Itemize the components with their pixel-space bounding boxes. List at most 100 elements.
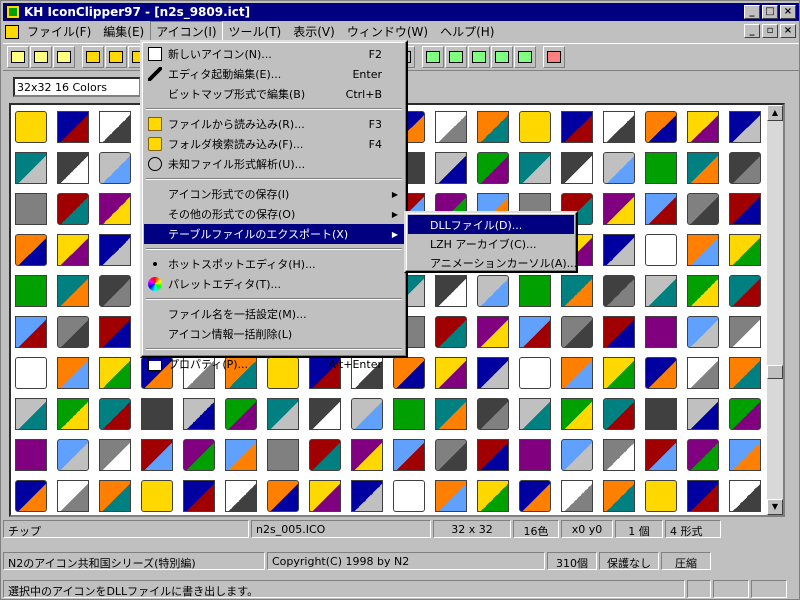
menu-edit[interactable]: 編集(E) xyxy=(97,21,150,42)
collection-icon[interactable] xyxy=(99,193,131,225)
collection-icon[interactable] xyxy=(477,152,509,184)
collection-icon[interactable] xyxy=(645,439,677,471)
toolbar-copy-button[interactable] xyxy=(105,46,127,68)
collection-icon[interactable] xyxy=(645,193,677,225)
menu-tools[interactable]: ツール(T) xyxy=(223,21,288,42)
collection-icon[interactable] xyxy=(603,152,635,184)
collection-icon[interactable] xyxy=(477,316,509,348)
collection-icon[interactable] xyxy=(519,316,551,348)
collection-icon[interactable] xyxy=(561,316,593,348)
scroll-up-icon[interactable]: ▲ xyxy=(767,105,783,121)
menu-item-load-file[interactable]: ファイルから読み込み(R)... F3 xyxy=(144,114,404,134)
collection-icon[interactable] xyxy=(267,480,299,512)
collection-icon[interactable] xyxy=(519,398,551,430)
collection-icon[interactable] xyxy=(309,398,341,430)
collection-icon[interactable] xyxy=(351,480,383,512)
collection-icon[interactable] xyxy=(309,439,341,471)
collection-icon[interactable] xyxy=(57,480,89,512)
collection-icon[interactable] xyxy=(519,152,551,184)
collection-icon[interactable] xyxy=(183,398,215,430)
collection-icon[interactable] xyxy=(99,480,131,512)
collection-icon[interactable] xyxy=(477,439,509,471)
toolbar-m-button[interactable] xyxy=(491,46,513,68)
mdi-minimize-button[interactable]: _ xyxy=(744,24,760,38)
collection-icon[interactable] xyxy=(687,398,719,430)
collection-icon[interactable] xyxy=(57,234,89,266)
menu-item-new-icon[interactable]: 新しいアイコン(N)... F2 xyxy=(144,44,404,64)
vertical-scrollbar[interactable]: ▲ ▼ xyxy=(767,105,783,515)
collection-icon[interactable] xyxy=(141,439,173,471)
collection-icon[interactable] xyxy=(729,480,761,512)
collection-icon[interactable] xyxy=(729,316,761,348)
collection-icon[interactable] xyxy=(603,193,635,225)
collection-icon[interactable] xyxy=(99,398,131,430)
collection-icon[interactable] xyxy=(603,357,635,389)
collection-icon[interactable] xyxy=(99,357,131,389)
menu-item-analyze-unknown[interactable]: 未知ファイル形式解析(U)... xyxy=(144,154,404,174)
menu-item-save-icon-format[interactable]: アイコン形式での保存(I) ▶ xyxy=(144,184,404,204)
toolbar-open-button[interactable] xyxy=(30,46,52,68)
menu-item-editor-edit[interactable]: エディタ起動編集(E)... Enter xyxy=(144,64,404,84)
collection-icon[interactable] xyxy=(57,357,89,389)
submenu-item-ani-cursor[interactable]: アニメーションカーソル(A)... xyxy=(408,253,577,272)
collection-icon[interactable] xyxy=(645,234,677,266)
collection-icon[interactable] xyxy=(99,152,131,184)
toolbar-help-button[interactable] xyxy=(543,46,565,68)
collection-icon[interactable] xyxy=(15,152,47,184)
collection-icon[interactable] xyxy=(393,480,425,512)
collection-icon[interactable] xyxy=(15,234,47,266)
collection-icon[interactable] xyxy=(57,152,89,184)
collection-icon[interactable] xyxy=(477,111,509,143)
collection-icon[interactable] xyxy=(519,480,551,512)
collection-icon[interactable] xyxy=(645,398,677,430)
collection-icon[interactable] xyxy=(561,275,593,307)
collection-icon[interactable] xyxy=(57,275,89,307)
collection-icon[interactable] xyxy=(561,480,593,512)
collection-icon[interactable] xyxy=(687,111,719,143)
mdi-close-button[interactable]: × xyxy=(780,24,796,38)
collection-icon[interactable] xyxy=(519,275,551,307)
submenu-item-lzh[interactable]: LZH アーカイブ(C)... xyxy=(408,234,574,253)
menu-file[interactable]: ファイル(F) xyxy=(21,21,97,42)
collection-icon[interactable] xyxy=(729,234,761,266)
collection-icon[interactable] xyxy=(687,480,719,512)
collection-icon[interactable] xyxy=(57,111,89,143)
collection-icon[interactable] xyxy=(57,193,89,225)
collection-icon[interactable] xyxy=(435,398,467,430)
collection-icon[interactable] xyxy=(267,398,299,430)
collection-icon[interactable] xyxy=(687,275,719,307)
menu-window[interactable]: ウィンドウ(W) xyxy=(341,21,434,42)
collection-icon[interactable] xyxy=(687,193,719,225)
collection-icon[interactable] xyxy=(141,398,173,430)
menu-item-palette-editor[interactable]: パレットエディタ(T)... xyxy=(144,274,404,294)
collection-icon[interactable] xyxy=(99,316,131,348)
collection-icon[interactable] xyxy=(183,439,215,471)
mdi-restore-button[interactable]: ▫ xyxy=(762,24,778,38)
collection-icon[interactable] xyxy=(15,193,47,225)
collection-icon[interactable] xyxy=(99,439,131,471)
collection-icon[interactable] xyxy=(225,398,257,430)
minimize-button[interactable]: _ xyxy=(744,5,760,19)
scroll-down-icon[interactable]: ▼ xyxy=(767,499,783,515)
collection-icon[interactable] xyxy=(603,439,635,471)
collection-icon[interactable] xyxy=(99,234,131,266)
collection-icon[interactable] xyxy=(561,439,593,471)
collection-icon[interactable] xyxy=(267,439,299,471)
collection-icon[interactable] xyxy=(351,439,383,471)
collection-icon[interactable] xyxy=(477,275,509,307)
collection-icon[interactable] xyxy=(687,439,719,471)
toolbar-k-button[interactable] xyxy=(445,46,467,68)
collection-icon[interactable] xyxy=(603,234,635,266)
menu-item-export-table[interactable]: テーブルファイルのエクスポート(X) ▶ xyxy=(144,224,404,244)
collection-icon[interactable] xyxy=(309,480,341,512)
toolbar-save-button[interactable] xyxy=(53,46,75,68)
collection-icon[interactable] xyxy=(645,111,677,143)
collection-icon[interactable] xyxy=(393,398,425,430)
collection-icon[interactable] xyxy=(57,439,89,471)
collection-icon[interactable] xyxy=(561,152,593,184)
collection-icon[interactable] xyxy=(15,275,47,307)
collection-icon[interactable] xyxy=(435,275,467,307)
menu-item-bitmap-edit[interactable]: ビットマップ形式で編集(B) Ctrl+B xyxy=(144,84,404,104)
collection-icon[interactable] xyxy=(561,398,593,430)
collection-icon[interactable] xyxy=(603,316,635,348)
